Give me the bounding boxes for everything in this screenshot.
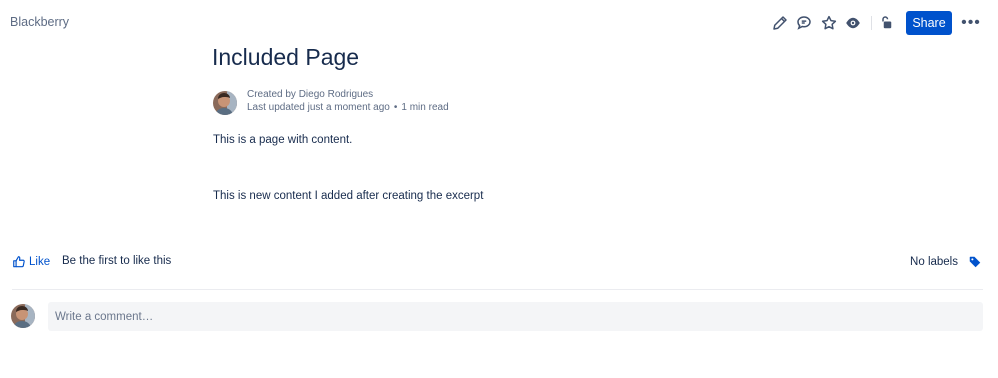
current-user-avatar — [11, 304, 35, 328]
more-actions-button[interactable]: ••• — [960, 11, 982, 35]
last-updated-text: Last updated just a moment ago — [247, 102, 390, 113]
watch-icon[interactable] — [841, 11, 865, 35]
share-button[interactable]: Share — [906, 11, 952, 35]
content-paragraph: This is new content I added after creati… — [213, 190, 484, 202]
comment-input[interactable]: Write a comment… — [48, 302, 983, 331]
read-time-text: 1 min read — [401, 102, 449, 113]
thumbs-up-icon — [13, 256, 25, 268]
labels-area: No labels — [910, 254, 982, 270]
page-toolbar: Share ••• — [0, 11, 998, 35]
created-by-text: Created by Diego Rodrigues — [247, 89, 374, 100]
like-label[interactable]: Like — [29, 256, 50, 268]
page-title: Included Page — [212, 44, 360, 70]
star-icon[interactable] — [817, 11, 841, 35]
comment-icon[interactable] — [792, 11, 816, 35]
restrictions-icon[interactable] — [874, 11, 898, 35]
tag-icon[interactable] — [968, 255, 982, 269]
toolbar-divider — [871, 16, 872, 30]
like-prompt-text: Be the first to like this — [62, 255, 172, 267]
content-paragraph: This is a page with content. — [213, 134, 353, 146]
no-labels-text: No labels — [910, 256, 958, 268]
byline-separator: • — [393, 102, 398, 113]
like-button[interactable]: Like — [12, 254, 50, 270]
page-byline: Created by Diego Rodrigues Last updated … — [247, 88, 449, 114]
footer-divider — [12, 289, 983, 290]
author-avatar[interactable] — [213, 91, 237, 115]
edit-icon[interactable] — [768, 11, 792, 35]
